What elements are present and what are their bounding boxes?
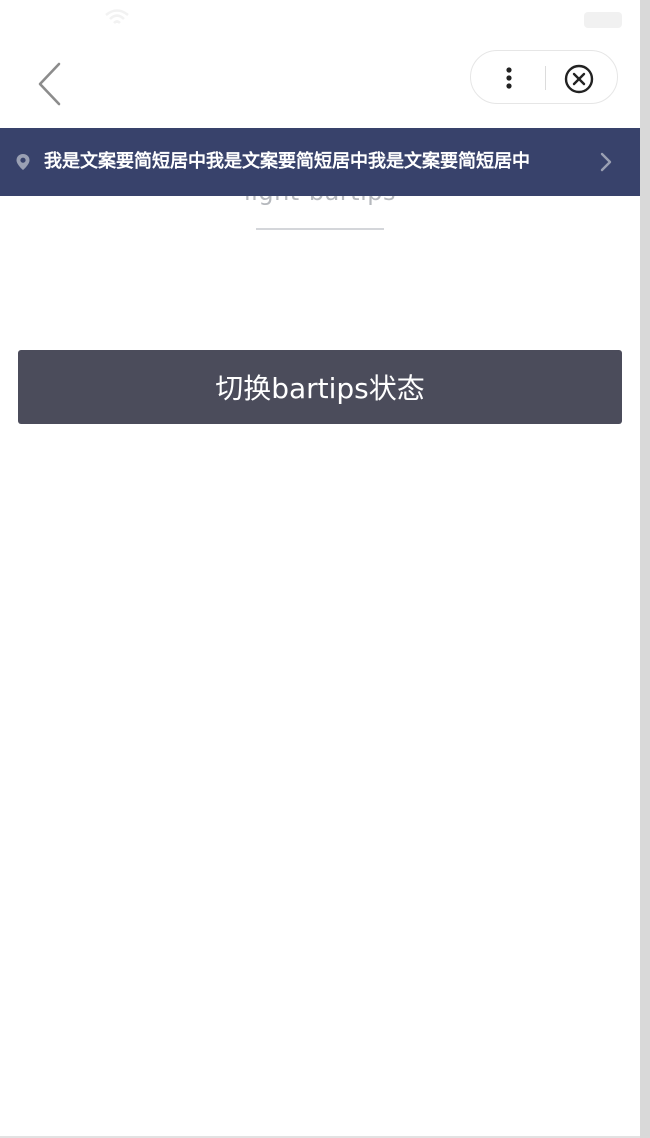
location-pin-icon (16, 154, 30, 170)
more-vertical-icon (506, 67, 512, 89)
capsule-divider (545, 66, 546, 90)
toggle-bartips-button[interactable]: 切换bartips状态 (18, 350, 622, 424)
scrollbar[interactable] (640, 0, 650, 1138)
bartips-text: 我是文案要简短居中我是文案要简短居中我是文案要简短居中 (44, 151, 530, 172)
back-button[interactable] (28, 58, 72, 110)
title-underline (256, 228, 384, 230)
wifi-icon (105, 9, 129, 24)
capsule-menu (470, 50, 618, 104)
bartips[interactable]: 我是文案要简短居中我是文案要简短居中我是文案要简短居中 (0, 128, 640, 196)
chevron-left-icon (38, 62, 61, 106)
more-button[interactable] (491, 59, 527, 97)
battery-icon (584, 12, 622, 28)
close-circle-icon (564, 64, 594, 94)
close-button[interactable] (563, 63, 595, 95)
chevron-right-icon (600, 152, 612, 172)
status-bar (0, 0, 640, 40)
